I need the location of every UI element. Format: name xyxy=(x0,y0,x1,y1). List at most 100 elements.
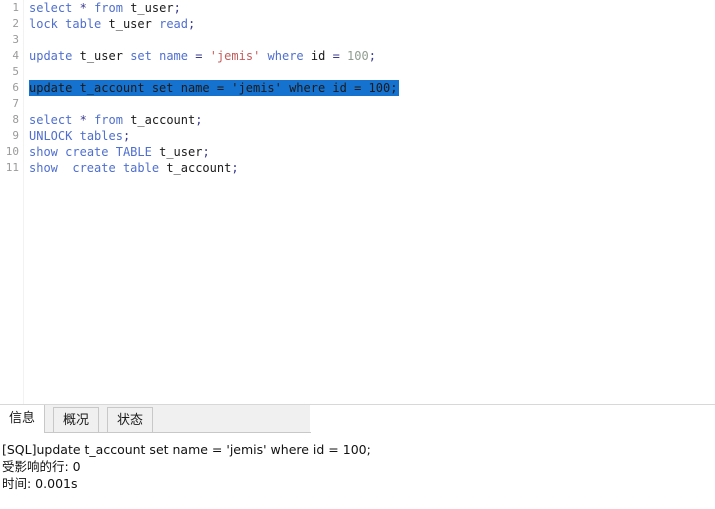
code-line[interactable]: 2 lock table t_user read; xyxy=(0,16,715,32)
code-line[interactable]: 6 update t_account set name = 'jemis' whe… xyxy=(0,80,715,96)
line-number: 9 xyxy=(12,129,19,142)
line-number: 8 xyxy=(12,113,19,126)
code-token: t_user xyxy=(79,49,123,63)
code-line-text: select * from t_user; xyxy=(29,0,181,16)
code-token: id xyxy=(310,49,326,63)
line-number: 6 xyxy=(12,81,19,94)
code-token: ; xyxy=(188,17,196,31)
code-token: TABLE xyxy=(115,145,152,159)
code-line[interactable]: 4 update t_user set name = 'jemis' where … xyxy=(0,48,715,64)
code-line-text: lock table t_user read; xyxy=(29,16,195,32)
tabstrip-filler xyxy=(310,405,715,432)
code-token: ; xyxy=(368,49,376,63)
code-token: set xyxy=(130,49,152,63)
code-token: table xyxy=(122,161,160,175)
code-token: t_account xyxy=(130,113,196,127)
result-lines-host: [SQL]update t_account set name = 'jemis'… xyxy=(2,441,715,492)
code-token: show xyxy=(29,161,58,175)
line-number: 7 xyxy=(12,97,19,110)
code-token: t_user xyxy=(108,17,152,31)
code-token: select xyxy=(29,1,73,15)
code-token: lock xyxy=(29,17,58,31)
code-token: t_account xyxy=(166,161,232,175)
code-token: where xyxy=(267,49,304,63)
code-token: ; xyxy=(202,145,210,159)
code-token: table xyxy=(65,17,102,31)
code-line[interactable]: 10 show create TABLE t_user; xyxy=(0,144,715,160)
code-token: * xyxy=(79,1,87,15)
code-line[interactable]: 5 xyxy=(0,64,715,80)
code-line[interactable]: 8 select * from t_account; xyxy=(0,112,715,128)
line-number: 5 xyxy=(12,65,19,78)
line-number: 4 xyxy=(12,49,19,62)
code-line-list: 1 select * from t_user; 2 lock table t_user… xyxy=(0,0,715,176)
code-token: tables xyxy=(79,129,123,143)
line-number: 11 xyxy=(5,161,19,174)
code-line[interactable]: 11 show create table t_account; xyxy=(0,160,715,176)
code-line[interactable]: 7 xyxy=(0,96,715,112)
code-token: name xyxy=(159,49,189,63)
code-token: ; xyxy=(195,113,203,127)
code-token: 100 xyxy=(347,49,369,63)
code-line[interactable]: 3 xyxy=(0,32,715,48)
results-tab[interactable]: 概况 xyxy=(53,407,100,432)
code-line-text: UNLOCK tables; xyxy=(29,128,130,144)
line-number: 3 xyxy=(12,33,19,46)
results-tab[interactable]: 状态 xyxy=(107,407,154,432)
code-token: = xyxy=(332,49,340,63)
code-token: create xyxy=(65,145,109,159)
code-line[interactable]: 1 select * from t_user; xyxy=(0,0,715,16)
code-token: ; xyxy=(122,129,131,143)
code-token: 'jemis' xyxy=(209,49,261,63)
code-line-text: show create TABLE t_user; xyxy=(29,144,210,160)
code-token: UNLOCK xyxy=(29,129,73,143)
code-token: read xyxy=(159,17,188,31)
code-line-text: update t_account set name = 'jemis' wher… xyxy=(29,80,400,96)
code-token: update t_account set name = 'jemis' wher… xyxy=(29,81,398,95)
code-token: from xyxy=(94,113,123,127)
result-line: [SQL]update t_account set name = 'jemis'… xyxy=(2,442,371,457)
code-token: t_user xyxy=(130,1,174,15)
code-line-text: show create table t_account; xyxy=(29,160,239,176)
tabstrip-background xyxy=(0,405,311,433)
result-line: 受影响的行: 0 xyxy=(2,459,81,474)
code-token: ; xyxy=(173,1,181,15)
result-message-area: [SQL]update t_account set name = 'jemis'… xyxy=(0,433,715,509)
line-number: 1 xyxy=(12,1,19,14)
line-number: 2 xyxy=(12,17,19,30)
code-token: ; xyxy=(231,161,239,175)
code-token: update xyxy=(29,49,73,63)
sql-editor[interactable]: 1 select * from t_user; 2 lock table t_user… xyxy=(0,0,715,404)
results-tab[interactable]: 信息 xyxy=(0,405,46,433)
results-tabstrip: 信息 概况 状态 xyxy=(0,405,715,433)
code-token: select xyxy=(29,113,73,127)
code-token: * xyxy=(79,113,87,127)
code-token: t_user xyxy=(159,145,203,159)
result-line: 时间: 0.001s xyxy=(2,476,78,491)
code-token: from xyxy=(94,1,123,15)
code-line-text: select * from t_account; xyxy=(29,112,202,128)
results-panel: 信息 概况 状态 [SQL]update t_account set name = … xyxy=(0,404,715,509)
code-token: create xyxy=(72,161,116,175)
code-line[interactable]: 9 UNLOCK tables; xyxy=(0,128,715,144)
code-token: show xyxy=(29,145,58,159)
code-line-text: update t_user set name = 'jemis' where i… xyxy=(29,48,376,64)
line-number: 10 xyxy=(5,145,19,158)
